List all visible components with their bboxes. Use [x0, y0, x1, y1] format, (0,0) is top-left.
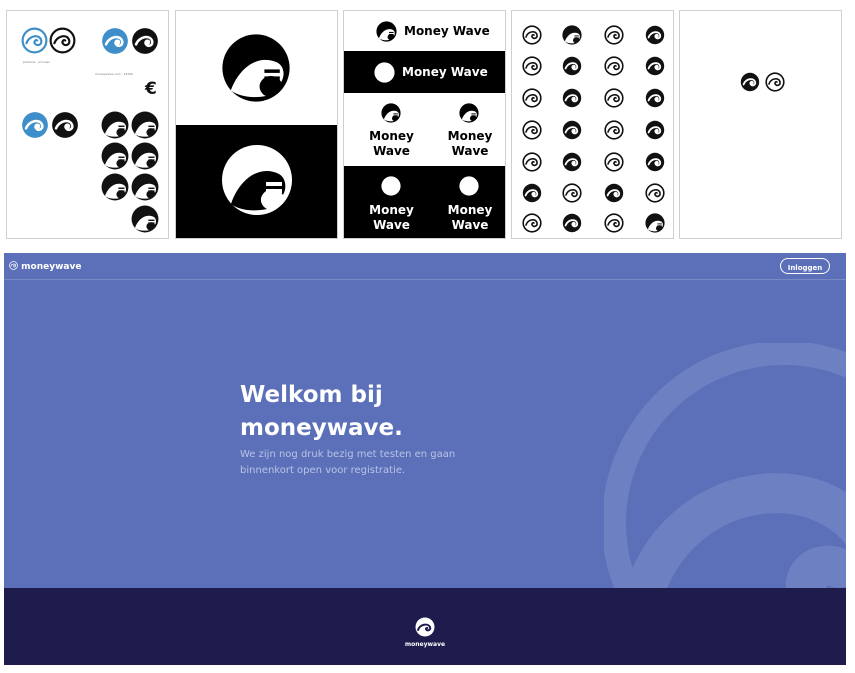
top-navigation-bar: moneywave Inloggen	[4, 253, 846, 280]
website-preview: moneywave Inloggen Welkom bij moneywave.…	[4, 253, 846, 665]
lockup-horizontal-inverted-label: Money Wave	[402, 65, 488, 79]
black-swirl-logo-icon	[49, 27, 76, 54]
swirl-icon	[604, 120, 624, 140]
wave-logo-inverted-icon	[374, 62, 395, 83]
swirl-icon	[562, 183, 582, 203]
blue-swirl-logo-icon	[21, 27, 48, 54]
wave-logo-icon	[562, 25, 582, 45]
wave-logo-icon	[459, 103, 479, 123]
lockup-horizontal-label: Money Wave	[404, 24, 490, 38]
solid-swirl-icon	[562, 152, 582, 172]
swirl-icon	[604, 25, 624, 45]
swirl-icon	[522, 213, 542, 233]
solid-swirl-icon	[645, 88, 665, 108]
wave-logo-large-icon	[221, 33, 291, 103]
solid-swirl-icon	[645, 120, 665, 140]
wave-logo-icon	[101, 173, 129, 201]
footer-logo-icon	[415, 617, 435, 637]
black-solid-swirl-icon	[131, 27, 159, 55]
solid-swirl-icon	[645, 152, 665, 172]
swirl-icon	[604, 56, 624, 76]
lockup-stacked-two-line-label: Money Wave	[447, 129, 493, 158]
swirl-icon	[604, 213, 624, 233]
swirl-icon	[522, 56, 542, 76]
swirl-icon	[604, 88, 624, 108]
blue-solid-swirl-icon	[101, 27, 129, 55]
solid-swirl-icon	[522, 183, 542, 203]
black-swirl-variant-icon	[51, 111, 79, 139]
wave-logo-inverted-icon	[381, 176, 401, 196]
solid-swirl-icon	[562, 213, 582, 233]
sheet-note: moneywave.com · 12345	[95, 72, 133, 76]
wave-logo-icon	[101, 111, 129, 139]
hero-title: Welkom bij moneywave.	[240, 382, 403, 441]
icon-pair-panel	[679, 10, 842, 239]
wave-logo-icon	[131, 205, 159, 233]
wave-logo-large-inverted-icon	[222, 145, 292, 215]
swirl-icon	[522, 152, 542, 172]
swirl-icon	[645, 183, 665, 203]
swirl-icon	[522, 88, 542, 108]
logo-sheet-panel: pantone · process moneywave.com · 12345 …	[6, 10, 169, 239]
blue-swirl-variant-icon	[21, 111, 49, 139]
lockup-stacked-inverted-label: Money Wave	[369, 203, 414, 232]
lockup-stacked-label: Money Wave	[369, 129, 414, 158]
solid-swirl-icon	[645, 25, 665, 45]
solid-swirl-icon	[562, 120, 582, 140]
solid-swirl-icon	[740, 72, 760, 92]
wave-logo-icon	[381, 103, 401, 123]
lockups-panel: Money Wave Money Wave Money Wave Money Wa…	[343, 10, 506, 239]
wave-logo-icon	[101, 142, 129, 170]
hero-subtitle: We zijn nog druk bezig met testen en gaa…	[240, 449, 456, 476]
wave-logo-inverted-icon	[459, 176, 479, 196]
solid-swirl-icon	[562, 56, 582, 76]
site-brand[interactable]: moneywave	[9, 261, 81, 272]
solid-swirl-icon	[562, 88, 582, 108]
solid-swirl-icon	[604, 183, 624, 203]
wave-logo-icon	[376, 21, 397, 42]
icon-grid-panel	[511, 10, 674, 239]
large-mark-panel	[175, 10, 338, 239]
swirl-icon	[604, 152, 624, 172]
footer-brand: moneywave	[404, 641, 446, 648]
swirl-icon	[522, 120, 542, 140]
hero-section: moneywave Inloggen Welkom bij moneywave.…	[4, 253, 846, 588]
moneywave-logo-icon	[9, 261, 18, 270]
wave-logo-icon	[645, 213, 665, 233]
login-button[interactable]: Inloggen	[780, 258, 830, 274]
background-swirl-decoration	[604, 343, 846, 588]
euro-symbol: €	[145, 79, 157, 99]
wave-logo-outline-icon	[131, 142, 159, 170]
wave-logo-outline-icon	[131, 111, 159, 139]
swirl-icon	[765, 72, 785, 92]
solid-swirl-icon	[645, 56, 665, 76]
site-footer: moneywave	[4, 588, 846, 665]
wave-logo-outline-icon	[131, 173, 159, 201]
lockup-stacked-inverted-two-line-label: Money Wave	[447, 203, 493, 232]
sheet-note: pantone · process	[23, 60, 50, 64]
swirl-icon	[522, 25, 542, 45]
site-brand-label: moneywave	[21, 262, 82, 272]
